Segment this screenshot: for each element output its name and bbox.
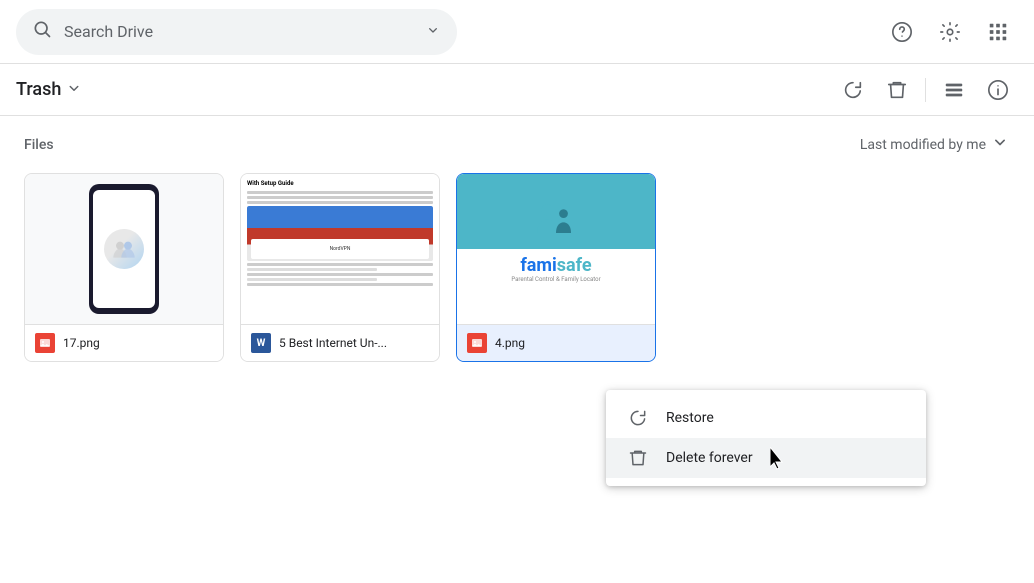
file-card-2[interactable]: With Setup Guide NordVPN xyxy=(240,173,440,362)
trash-label: Trash xyxy=(16,79,83,101)
info-button[interactable] xyxy=(978,70,1018,110)
files-label: Files xyxy=(24,137,54,153)
delete-all-button[interactable] xyxy=(877,70,917,110)
trash-title: Trash xyxy=(16,79,61,100)
trash-dropdown-icon[interactable] xyxy=(65,79,83,101)
file-name-2: 5 Best Internet Un-... xyxy=(279,336,429,350)
list-view-button[interactable] xyxy=(934,70,974,110)
apps-button[interactable] xyxy=(978,12,1018,52)
delete-forever-label: Delete forever xyxy=(666,450,753,466)
file-footer-2: W 5 Best Internet Un-... xyxy=(241,324,439,361)
files-header: Files Last modified by me xyxy=(24,132,1010,157)
context-menu: Restore Delete forever xyxy=(606,390,926,486)
sort-control[interactable]: Last modified by me xyxy=(860,132,1010,157)
file-footer-3: 4.png xyxy=(457,324,655,361)
file-footer-1: 17.png xyxy=(25,324,223,361)
search-icon xyxy=(32,19,52,44)
famisafe-tagline: Parental Control & Family Locator xyxy=(511,276,600,283)
search-dropdown-icon[interactable] xyxy=(425,22,441,42)
search-bar[interactable]: Search Drive xyxy=(16,9,457,55)
main-content: Files Last modified by me xyxy=(0,116,1034,378)
delete-forever-icon xyxy=(626,448,650,468)
sort-arrow-icon xyxy=(990,132,1010,157)
famisafe-brand: famisafe xyxy=(520,255,591,276)
file-grid: 17.png With Setup Guide NordVPN xyxy=(24,173,1010,362)
file-name-3: 4.png xyxy=(495,336,645,350)
sort-label: Last modified by me xyxy=(860,137,986,153)
image-icon-3 xyxy=(467,333,487,353)
doc-preview: With Setup Guide NordVPN xyxy=(241,174,439,324)
toolbar: Trash xyxy=(0,64,1034,116)
image-icon-1 xyxy=(35,333,55,353)
help-button[interactable] xyxy=(882,12,922,52)
file-name-1: 17.png xyxy=(63,336,213,350)
file-thumbnail-3: famisafe Parental Control & Family Locat… xyxy=(457,174,655,324)
restore-all-button[interactable] xyxy=(833,70,873,110)
search-input-text: Search Drive xyxy=(64,22,413,41)
settings-button[interactable] xyxy=(930,12,970,52)
phone-mockup xyxy=(89,184,159,314)
file-thumbnail-1 xyxy=(25,174,223,324)
word-icon-2: W xyxy=(251,333,271,353)
file-thumbnail-2: With Setup Guide NordVPN xyxy=(241,174,439,324)
restore-icon xyxy=(626,408,650,428)
famisafe-preview: famisafe Parental Control & Family Locat… xyxy=(457,174,655,324)
restore-label: Restore xyxy=(666,410,714,426)
toolbar-divider xyxy=(925,78,926,102)
context-menu-restore[interactable]: Restore xyxy=(606,398,926,438)
context-menu-delete-forever[interactable]: Delete forever xyxy=(606,438,926,478)
file-card-1[interactable]: 17.png xyxy=(24,173,224,362)
header: Search Drive xyxy=(0,0,1034,64)
file-card-3[interactable]: famisafe Parental Control & Family Locat… xyxy=(456,173,656,362)
